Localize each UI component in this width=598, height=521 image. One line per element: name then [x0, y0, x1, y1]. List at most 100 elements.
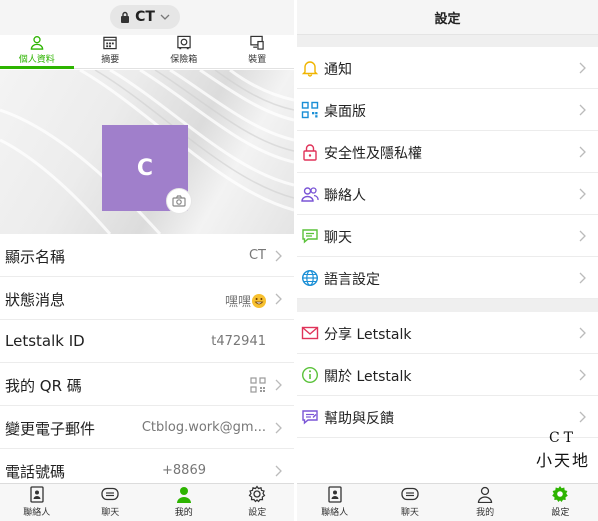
settings-item-label: 桌面版 — [324, 104, 366, 120]
profile-screen: CT 個人資料 摘要 保險箱 裝置 C 顯示名稱 CT 狀態消息 嘿嘿 Lets… — [0, 0, 294, 521]
chevron-right-icon — [579, 188, 586, 200]
settings-item-share[interactable]: 分享 Letstalk — [297, 312, 598, 354]
chevron-right-icon — [579, 411, 586, 423]
me-icon — [477, 486, 493, 503]
chevron-right-icon — [579, 146, 586, 158]
avatar-initial: C — [136, 155, 154, 181]
settings-item-notifications[interactable]: 通知 — [297, 47, 598, 89]
settings-item-label: 安全性及隱私權 — [324, 146, 422, 162]
lock-icon — [303, 144, 317, 161]
chevron-right-icon — [579, 272, 586, 284]
lock-icon — [121, 11, 130, 23]
tab-label: 摘要 — [101, 55, 120, 65]
bottom-nav: 聯絡人 聊天 我的 設定 — [0, 483, 294, 521]
page-title: 設定 — [434, 11, 461, 27]
person-icon — [30, 36, 44, 50]
chevron-right-icon — [579, 230, 586, 242]
settings-item-label: 關於 Letstalk — [324, 369, 412, 385]
settings-item-desktop[interactable]: 桌面版 — [297, 89, 598, 131]
settings-item-security-privacy[interactable]: 安全性及隱私權 — [297, 131, 598, 173]
gear-icon — [248, 485, 266, 503]
mail-icon — [301, 326, 319, 340]
profile-row-qr-code[interactable]: 我的 QR 碼 — [0, 364, 294, 406]
nav-label: 我的 — [174, 508, 193, 518]
qr-desktop-icon — [301, 101, 319, 119]
watermark-line-1: CT — [548, 430, 578, 446]
chevron-right-icon — [579, 369, 586, 381]
settings-item-label: 語言設定 — [324, 272, 380, 288]
tab-summary[interactable]: 摘要 — [74, 35, 148, 68]
chevron-right-icon — [275, 465, 282, 477]
section-gap — [297, 35, 598, 47]
profile-row-change-email[interactable]: 變更電子郵件 Ctblog.work@gm... — [0, 407, 294, 449]
nav-label: 聯絡人 — [321, 508, 349, 518]
grin-emoji-icon — [252, 294, 266, 308]
settings-item-about[interactable]: 關於 Letstalk — [297, 354, 598, 396]
nav-settings[interactable]: 設定 — [523, 484, 598, 521]
nav-label: 設定 — [551, 508, 570, 518]
globe-icon — [301, 269, 319, 287]
nav-label: 設定 — [248, 508, 267, 518]
row-label: 我的 QR 碼 — [5, 377, 82, 395]
row-value-wrap: 嘿嘿 — [225, 291, 266, 310]
chevron-down-icon — [160, 14, 170, 20]
chevron-right-icon — [275, 293, 282, 305]
row-label: Letstalk ID — [5, 332, 85, 350]
calendar-icon — [103, 36, 117, 50]
settings-item-contacts[interactable]: 聯絡人 — [297, 173, 598, 215]
bottom-nav: 聯絡人 聊天 我的 設定 — [297, 483, 598, 521]
tab-label: 裝置 — [248, 55, 267, 65]
nav-chat[interactable]: 聊天 — [74, 484, 148, 521]
settings-item-chat[interactable]: 聊天 — [297, 215, 598, 257]
profile-row-letstalk-id: Letstalk ID t472941 — [0, 321, 294, 363]
nav-me[interactable]: 我的 — [147, 484, 221, 521]
row-value: CT — [248, 248, 266, 263]
nav-chat[interactable]: 聊天 — [372, 484, 447, 521]
nav-label: 聯絡人 — [23, 508, 51, 518]
profile-header: CT — [0, 0, 294, 35]
row-label: 狀態消息 — [5, 291, 66, 309]
settings-item-language[interactable]: 語言設定 — [297, 257, 598, 299]
tab-label: 個人資料 — [18, 55, 55, 65]
tab-safe[interactable]: 保險箱 — [147, 35, 221, 68]
account-name: CT — [135, 9, 155, 25]
contacts-book-icon — [327, 486, 342, 503]
row-value: t472941 — [211, 334, 266, 349]
watermark: CT 小天地 — [536, 430, 590, 471]
nav-contacts[interactable]: 聯絡人 — [297, 484, 372, 521]
tab-profile[interactable]: 個人資料 — [0, 35, 74, 69]
row-value: Ctblog.work@gm... — [141, 420, 266, 435]
chevron-right-icon — [275, 379, 282, 391]
chat-bubble-icon — [101, 487, 119, 501]
bell-icon — [301, 61, 319, 77]
chevron-right-icon — [579, 104, 586, 116]
watermark-line-2: 小天地 — [535, 451, 590, 470]
contacts-book-icon — [30, 486, 44, 503]
me-icon — [176, 487, 191, 503]
settings-item-label: 聯絡人 — [324, 188, 366, 204]
settings-item-label: 聊天 — [324, 230, 352, 246]
devices-icon — [250, 35, 264, 50]
feedback-icon — [302, 410, 318, 425]
nav-me[interactable]: 我的 — [448, 484, 523, 521]
row-label: 電話號碼 — [5, 463, 66, 481]
account-switcher[interactable]: CT — [110, 5, 180, 29]
chevron-right-icon — [579, 327, 586, 339]
settings-item-label: 通知 — [324, 62, 352, 78]
chevron-right-icon — [275, 250, 282, 262]
tab-devices[interactable]: 裝置 — [221, 35, 295, 68]
section-gap — [297, 299, 598, 312]
tab-label: 保險箱 — [170, 55, 198, 65]
camera-icon — [172, 195, 186, 207]
nav-label: 聊天 — [400, 508, 419, 518]
nav-settings[interactable]: 設定 — [221, 484, 295, 521]
settings-header: 設定 — [297, 0, 598, 35]
nav-contacts[interactable]: 聯絡人 — [0, 484, 74, 521]
contacts-icon — [301, 187, 319, 202]
settings-item-label: 幫助與反饋 — [324, 411, 394, 427]
change-photo-button[interactable] — [166, 188, 192, 214]
profile-row-status[interactable]: 狀態消息 嘿嘿 — [0, 278, 294, 320]
profile-row-display-name[interactable]: 顯示名稱 CT — [0, 235, 294, 277]
qr-code-icon — [250, 377, 266, 393]
safe-icon — [177, 35, 191, 50]
